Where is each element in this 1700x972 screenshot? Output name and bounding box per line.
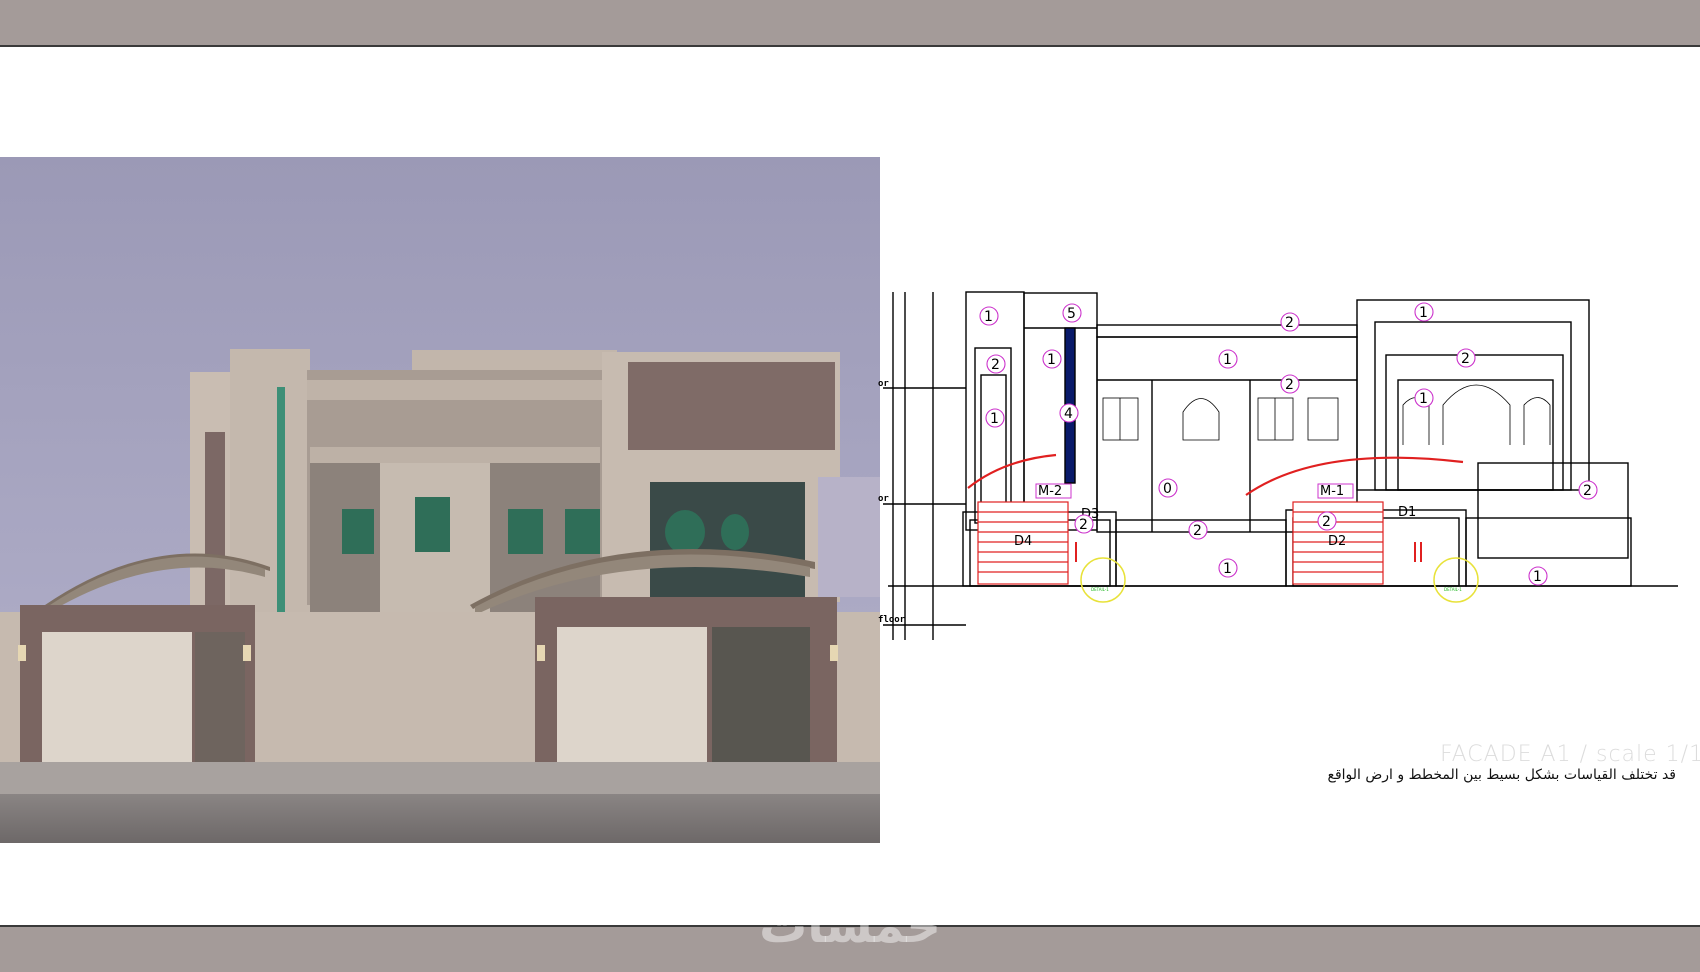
tag-d4: D4: [1014, 534, 1032, 549]
material-number: 2: [1322, 514, 1331, 530]
material-number: 1: [990, 411, 999, 427]
tag-d1: D1: [1398, 505, 1416, 520]
material-number: 2: [1079, 517, 1088, 533]
material-number: 2: [1285, 315, 1294, 331]
watermark-logo: خمسات: [759, 898, 941, 954]
material-number: 1: [984, 309, 993, 325]
material-number: 1: [1419, 305, 1428, 321]
facade-elevation-drawing: DETAIL-1 DETAIL-1 or or floor M-2 M-1 D4…: [878, 280, 1688, 670]
material-number: 4: [1064, 406, 1073, 422]
material-number: 0: [1163, 481, 1172, 497]
floor-level-label-upper: or: [878, 379, 889, 389]
material-number: 1: [1533, 569, 1542, 585]
floor-level-label-first: or: [878, 494, 889, 504]
material-number: 2: [1285, 377, 1294, 393]
facade-render-image: [0, 157, 880, 843]
facade-title: FACADE A1 / scale 1/1: [1440, 742, 1700, 767]
material-number: 5: [1067, 306, 1076, 322]
floor-level-label-ground: floor: [878, 615, 906, 625]
top-frame-band: [0, 0, 1700, 47]
tag-m1: M-1: [1320, 484, 1344, 499]
detail-circle-right: [1433, 557, 1479, 603]
material-number: 1: [1223, 352, 1232, 368]
material-number: 1: [1223, 561, 1232, 577]
detail-label-left: DETAIL-1: [1091, 587, 1109, 592]
material-number: 2: [991, 357, 1000, 373]
material-number: 2: [1461, 351, 1470, 367]
material-number: 1: [1047, 352, 1056, 368]
tag-d2: D2: [1328, 534, 1346, 549]
facade-note: قد تختلف القياسات بشكل بسيط بين المخطط و…: [1327, 767, 1677, 783]
material-number: 2: [1583, 483, 1592, 499]
tag-m2: M-2: [1038, 484, 1062, 499]
material-number: 1: [1419, 391, 1428, 407]
detail-label-right: DETAIL-1: [1444, 587, 1462, 592]
detail-circle-left: [1080, 557, 1126, 603]
material-number: 2: [1193, 523, 1202, 539]
